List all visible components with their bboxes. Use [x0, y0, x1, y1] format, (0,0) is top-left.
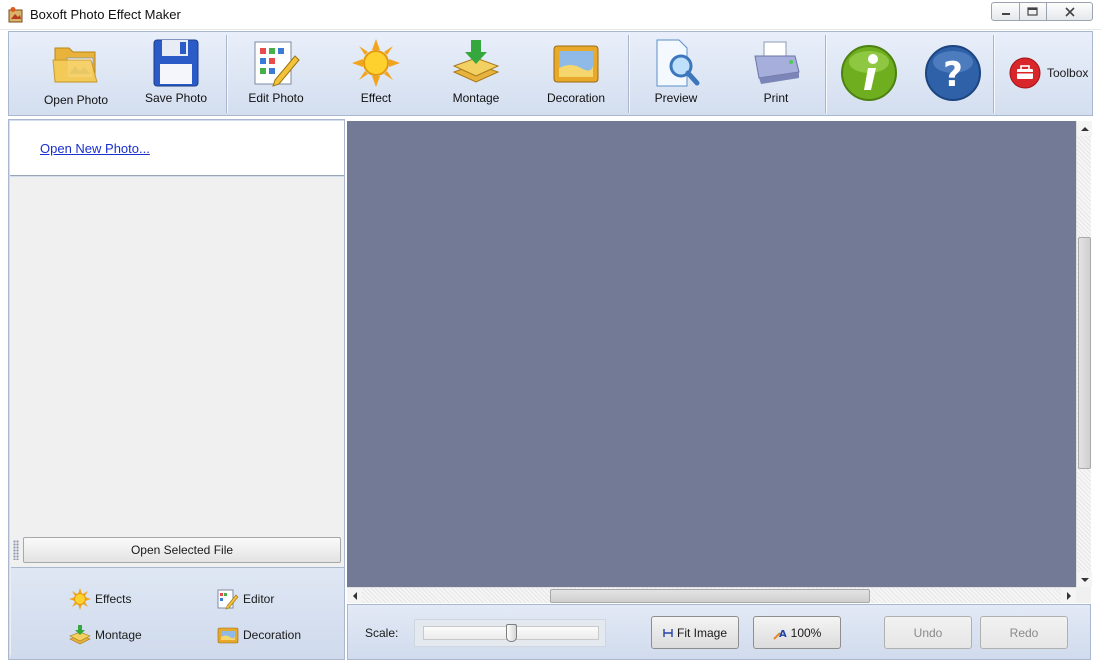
- shortcut-montage-label: Montage: [95, 628, 142, 642]
- folder-open-icon: [52, 47, 98, 83]
- close-button[interactable]: [1046, 2, 1093, 21]
- toolbox-icon: [1009, 57, 1041, 89]
- toolbox-label: Toolbox: [1047, 66, 1089, 80]
- arrow-up-icon: [1080, 126, 1089, 131]
- picture-frame-icon: [553, 45, 599, 83]
- zoom-100-label: 100%: [790, 625, 822, 640]
- shortcut-effects-label: Effects: [95, 592, 132, 606]
- scroll-left-button[interactable]: [347, 588, 362, 603]
- floppy-disk-icon: [153, 39, 199, 87]
- scroll-up-button[interactable]: [1077, 121, 1092, 136]
- toolbar-separator: [993, 35, 995, 113]
- scroll-right-button[interactable]: [1061, 588, 1076, 603]
- svg-text:?: ?: [943, 55, 963, 95]
- about-button[interactable]: [839, 32, 899, 115]
- horizontal-scroll-thumb[interactable]: [550, 589, 870, 603]
- horizontal-scrollbar[interactable]: [347, 587, 1076, 603]
- shortcut-decoration-label: Decoration: [243, 628, 302, 642]
- decoration-label: Decoration: [546, 91, 606, 105]
- bottom-bar: Scale: Fit Image A 100% Undo Redo: [347, 604, 1091, 660]
- preview-button[interactable]: Preview: [631, 32, 721, 115]
- shortcut-editor-label: Editor: [243, 592, 275, 606]
- print-button[interactable]: Print: [731, 32, 821, 115]
- open-selected-file-button[interactable]: Open Selected File: [23, 537, 341, 563]
- help-question-icon: ?: [925, 45, 981, 101]
- app-icon: [8, 7, 23, 23]
- printer-icon: [754, 41, 800, 84]
- undo-button[interactable]: Undo: [884, 616, 972, 649]
- maximize-button[interactable]: [1019, 2, 1047, 21]
- toolbar-separator: [825, 35, 827, 113]
- scroll-down-button[interactable]: [1077, 572, 1092, 587]
- arrow-left-icon: [352, 591, 357, 600]
- effect-button[interactable]: Effect: [331, 32, 421, 115]
- fit-image-label: Fit Image: [676, 625, 727, 640]
- window-title: Boxoft Photo Effect Maker: [30, 7, 181, 22]
- help-button[interactable]: ?: [923, 32, 983, 115]
- montage-button[interactable]: Montage: [431, 32, 521, 115]
- edit-photo-button[interactable]: Edit Photo: [231, 32, 321, 115]
- toolbox-button[interactable]: Toolbox: [1009, 56, 1089, 90]
- fit-image-button[interactable]: Fit Image: [651, 616, 739, 649]
- open-photo-label: Open Photo: [43, 93, 109, 107]
- scale-label: Scale:: [365, 626, 399, 640]
- vertical-scroll-thumb[interactable]: [1078, 237, 1091, 469]
- shortcut-montage[interactable]: Montage: [69, 624, 142, 646]
- open-photo-button[interactable]: Open Photo: [29, 32, 123, 115]
- montage-layers-icon: [452, 40, 500, 83]
- scroll-corner: [1076, 587, 1091, 603]
- panel-grip[interactable]: [13, 540, 19, 560]
- main-toolbar: Open Photo Save Photo Edit Photo Effect …: [8, 31, 1093, 116]
- close-icon: [1064, 6, 1075, 17]
- print-label: Print: [763, 91, 789, 105]
- montage-layers-icon: [69, 625, 91, 645]
- edit-photo-label: Edit Photo: [248, 91, 304, 105]
- effect-label: Effect: [360, 91, 392, 105]
- edit-photo-icon: [254, 41, 300, 87]
- title-bar: Boxoft Photo Effect Maker: [0, 0, 1101, 30]
- minimize-icon: [1001, 12, 1010, 15]
- redo-button[interactable]: Redo: [980, 616, 1068, 649]
- open-new-photo-link[interactable]: Open New Photo...: [40, 141, 150, 156]
- image-canvas[interactable]: [347, 121, 1076, 587]
- preview-magnifier-icon: [656, 39, 700, 87]
- arrow-down-icon: [1080, 577, 1089, 582]
- sun-icon: [69, 588, 91, 610]
- save-photo-button[interactable]: Save Photo: [129, 32, 223, 115]
- sun-icon: [352, 39, 400, 87]
- zoom-100-button[interactable]: A 100%: [753, 616, 841, 649]
- minimize-button[interactable]: [991, 2, 1020, 21]
- svg-text:A: A: [779, 629, 787, 640]
- left-panel: Open New Photo... Open Selected File Eff…: [8, 119, 345, 660]
- toolbar-separator: [226, 35, 228, 113]
- info-icon: [841, 45, 897, 101]
- shortcut-effects[interactable]: Effects: [69, 588, 131, 610]
- zoom-actual-size-icon: A: [772, 629, 787, 640]
- shortcut-panel: Effects Editor Montage Decoration: [11, 567, 344, 659]
- toolbar-separator: [628, 35, 630, 113]
- restore-icon: [1027, 6, 1038, 16]
- vertical-scrollbar[interactable]: [1076, 121, 1092, 587]
- edit-photo-icon: [217, 589, 239, 610]
- scale-slider-thumb[interactable]: [505, 624, 517, 642]
- arrow-right-icon: [1066, 591, 1071, 600]
- save-photo-label: Save Photo: [144, 91, 208, 105]
- montage-label: Montage: [452, 91, 500, 105]
- shortcut-editor[interactable]: Editor: [217, 588, 274, 610]
- decoration-button[interactable]: Decoration: [531, 32, 621, 115]
- scale-slider[interactable]: [414, 619, 606, 647]
- shortcut-decoration[interactable]: Decoration: [217, 624, 301, 646]
- open-photo-box: Open New Photo...: [10, 121, 344, 176]
- fit-image-icon: [663, 628, 673, 637]
- picture-frame-icon: [217, 627, 239, 644]
- preview-label: Preview: [654, 91, 698, 105]
